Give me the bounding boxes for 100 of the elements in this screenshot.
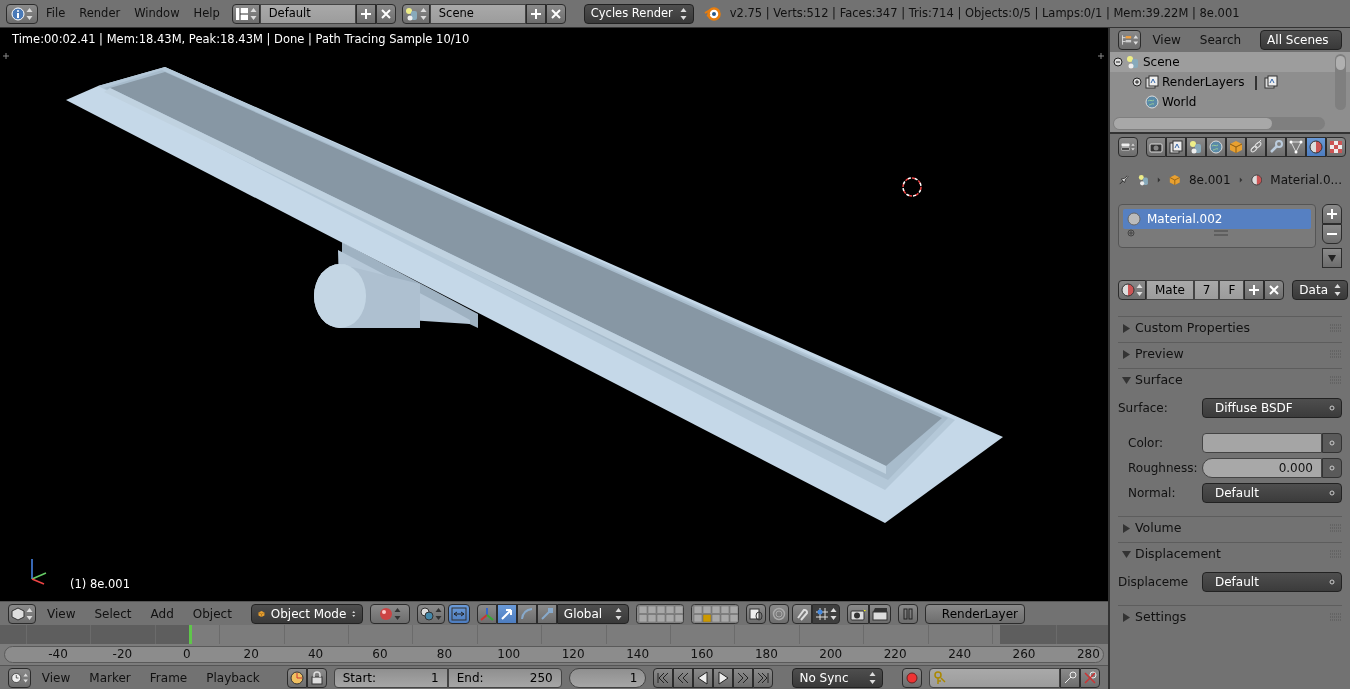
properties-tab[interactable] [1206, 137, 1226, 157]
menu-item[interactable]: Marker [81, 668, 139, 687]
collapse-icon[interactable] [1113, 57, 1123, 67]
end-frame-field[interactable]: End: 250 [447, 667, 562, 688]
mode-dropdown[interactable]: Object Mode [250, 603, 363, 624]
add-button[interactable] [355, 3, 376, 24]
color-swatch[interactable] [1202, 432, 1322, 453]
pause-button[interactable] [897, 603, 918, 624]
lock-camera-button[interactable] [745, 603, 766, 624]
manipulator-mode-button[interactable] [496, 603, 517, 624]
menu-item[interactable]: Object [184, 604, 240, 623]
editor-type-button[interactable] [1118, 30, 1142, 50]
tree-item[interactable]: RenderLayers [1110, 72, 1350, 92]
user-count-button[interactable]: 7 [1193, 280, 1220, 300]
panel-header[interactable]: Displacement [1118, 543, 1342, 565]
render-animation-button[interactable] [868, 603, 891, 624]
menu-item[interactable]: Frame [141, 668, 196, 687]
breadcrumb-item[interactable]: 8e.001 [1188, 171, 1231, 189]
menu-item[interactable]: Window [128, 4, 186, 23]
menu-item[interactable]: View [33, 668, 79, 687]
socket-button[interactable] [1322, 432, 1342, 453]
layout-type-button[interactable] [231, 3, 260, 24]
layout-field[interactable]: Default [259, 3, 356, 24]
number-field[interactable]: 0.000 [1202, 457, 1322, 478]
lock-button[interactable] [306, 667, 327, 688]
slot-menu-button[interactable] [1322, 248, 1342, 268]
menu-item[interactable]: View [1144, 31, 1189, 49]
editor-type-button[interactable] [8, 603, 36, 624]
menu-item[interactable]: Select [86, 604, 140, 623]
render-engine-dropdown[interactable]: Cycles Render [583, 3, 694, 24]
delete-keyframe-button[interactable] [1080, 667, 1100, 688]
menu-item[interactable]: Add [142, 604, 182, 623]
panel-header[interactable]: Custom Properties [1118, 317, 1342, 339]
material-name-field[interactable]: Mate [1146, 280, 1194, 300]
manipulator-mode-button[interactable] [516, 603, 537, 624]
properties-tab[interactable] [1306, 137, 1326, 157]
properties-tab[interactable] [1246, 137, 1266, 157]
panel-header[interactable]: Settings [1118, 606, 1342, 628]
menu-item[interactable]: Help [187, 4, 226, 23]
current-frame-field[interactable]: 1 [568, 667, 647, 688]
tree-item[interactable]: Scene [1110, 52, 1350, 72]
fake-user-button[interactable]: F [1219, 280, 1245, 300]
scene-type-button[interactable] [401, 3, 430, 24]
properties-tab[interactable] [1226, 137, 1246, 157]
add-button[interactable] [1244, 280, 1265, 300]
menu-item[interactable]: View [39, 604, 84, 623]
start-frame-field[interactable]: Start: 1 [333, 667, 448, 688]
add-slot-button[interactable] [1322, 204, 1342, 224]
properties-tab[interactable] [1286, 137, 1306, 157]
snap-button[interactable] [791, 603, 812, 624]
editor-type-button[interactable] [8, 667, 31, 688]
insert-keyframe-button[interactable] [1060, 667, 1080, 688]
breadcrumb-item[interactable]: Material.0... [1270, 171, 1342, 189]
orientation-dropdown[interactable]: Global [556, 603, 629, 624]
proportional-button[interactable] [768, 603, 789, 624]
properties-tab[interactable] [1166, 137, 1186, 157]
shading-button[interactable] [369, 603, 410, 624]
material-browse-button[interactable] [1118, 280, 1146, 300]
properties-tab[interactable] [1326, 137, 1346, 157]
pivot-button[interactable] [416, 603, 445, 624]
record-button[interactable] [902, 667, 922, 688]
preview-range-button[interactable] [286, 667, 307, 688]
play-button[interactable] [713, 667, 734, 688]
play-reverse-button[interactable] [693, 667, 714, 688]
node-dropdown[interactable]: Diffuse BSDF [1202, 397, 1342, 418]
menu-item[interactable]: Playback [198, 668, 268, 687]
axes-toggle[interactable] [476, 603, 497, 624]
menu-item[interactable]: File [40, 4, 72, 23]
expand-icon[interactable] [1132, 77, 1142, 87]
editor-type-button[interactable] [6, 3, 38, 24]
jump-end-button[interactable] [753, 667, 774, 688]
delete-button[interactable] [545, 3, 566, 24]
tree-item[interactable]: World [1110, 92, 1350, 112]
manipulator-mode-button[interactable] [536, 603, 557, 624]
properties-tab[interactable] [1146, 137, 1166, 157]
filter-dropdown[interactable]: All Scenes [1260, 30, 1342, 50]
render-layer-button[interactable]: RenderLayer [924, 603, 1025, 624]
render-still-button[interactable] [846, 603, 869, 624]
previous-keyframe-button[interactable] [673, 667, 694, 688]
panel-header[interactable]: Volume [1118, 517, 1342, 539]
menu-item[interactable]: Render [73, 4, 127, 23]
delete-button[interactable] [375, 3, 396, 24]
panel-header[interactable]: Preview [1118, 343, 1342, 365]
properties-tab[interactable] [1266, 137, 1286, 157]
properties-tab[interactable] [1186, 137, 1206, 157]
keying-set-field[interactable] [929, 667, 1060, 688]
add-button[interactable] [525, 3, 546, 24]
manipulator-toggle[interactable] [447, 603, 470, 624]
next-keyframe-button[interactable] [733, 667, 754, 688]
node-dropdown[interactable]: Default [1202, 571, 1342, 592]
socket-button[interactable] [1322, 457, 1342, 478]
link-dropdown[interactable]: Data [1292, 280, 1348, 300]
editor-type-button[interactable] [1118, 137, 1138, 157]
panel-header[interactable]: Surface [1118, 369, 1342, 391]
snap-element-dropdown[interactable] [811, 603, 840, 624]
remove-slot-button[interactable] [1322, 224, 1342, 244]
jump-start-button[interactable] [653, 667, 674, 688]
node-dropdown[interactable]: Default [1202, 482, 1342, 503]
material-slot[interactable]: Material.002 [1123, 209, 1311, 229]
scene-field[interactable]: Scene [429, 3, 526, 24]
